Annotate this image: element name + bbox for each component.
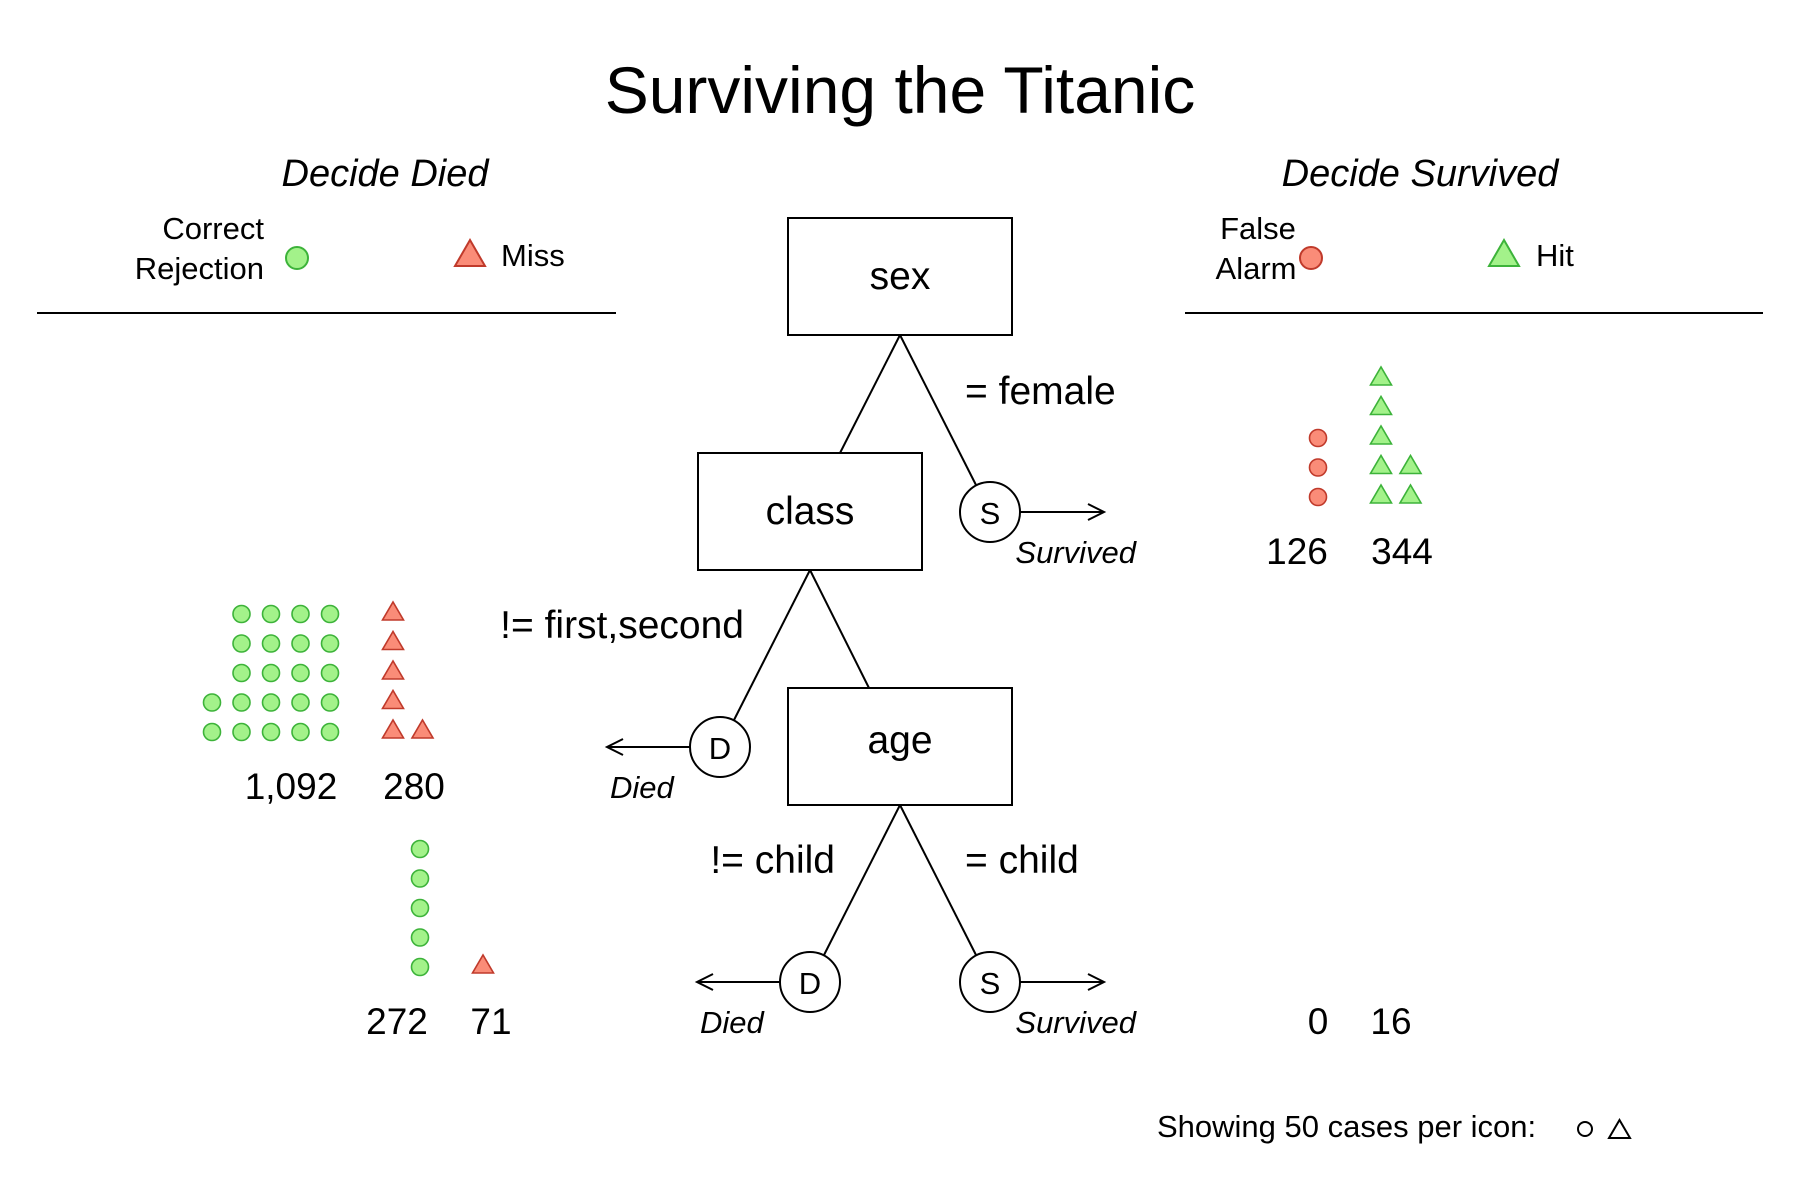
hit-icon xyxy=(1369,394,1393,416)
correct-rejection-icon xyxy=(320,663,340,683)
correct-rejection-icon xyxy=(261,693,281,712)
correct-rejection-icon xyxy=(261,722,281,742)
correct-rejection-icon xyxy=(202,722,222,742)
legend-correct-rejection-line2: Rejection xyxy=(135,251,264,286)
exit-1-survived: S Survived xyxy=(959,481,1138,570)
footer-note: Showing 50 cases per icon: xyxy=(1157,1109,1536,1144)
hit-icon xyxy=(1398,483,1423,504)
exit-1-letter: S xyxy=(980,496,1001,531)
legend-correct-rejection-icon xyxy=(285,246,309,270)
hit-icon xyxy=(1369,365,1393,386)
miss-icon xyxy=(381,629,405,651)
false-alarm-icon xyxy=(1308,458,1328,477)
freq-class-miss: 280 xyxy=(383,766,445,807)
correct-rejection-icon xyxy=(291,663,310,683)
false-alarm-icon xyxy=(1308,487,1328,507)
hit-icon xyxy=(1369,424,1393,445)
freq-sex-hit: 344 xyxy=(1371,531,1433,572)
edge-class-age xyxy=(809,569,870,689)
exit-3-decision: Died xyxy=(700,1005,766,1040)
legend-hit-icon xyxy=(1487,237,1521,267)
node-age: age xyxy=(787,687,1013,806)
hit-icon xyxy=(1369,453,1393,475)
exit-2-decision: Died xyxy=(610,770,676,805)
edge-age-exit3 xyxy=(823,804,901,956)
exit-3-letter: D xyxy=(799,966,821,1001)
correct-rejection-icon xyxy=(202,693,222,712)
edge-sex-class xyxy=(839,334,901,454)
correct-rejection-icon xyxy=(232,693,251,712)
correct-rejection-icon xyxy=(232,663,251,683)
edge-label-not-first-second: != first,second xyxy=(500,604,744,647)
legend-correct-rejection-line1: Correct xyxy=(162,211,264,246)
edge-label-female: = female xyxy=(965,370,1116,413)
correct-rejection-icon xyxy=(261,634,281,653)
correct-rejection-icon xyxy=(320,693,340,712)
footer-triangle-icon xyxy=(1607,1118,1632,1139)
exit-1-decision: Survived xyxy=(1015,535,1137,570)
exit-2-died: D Died xyxy=(604,716,751,805)
freq-age-died-miss: 71 xyxy=(470,1001,511,1042)
correct-rejection-icon xyxy=(232,722,251,742)
correct-rejection-icon xyxy=(410,928,430,947)
miss-icon xyxy=(381,718,405,739)
legend-hit-label: Hit xyxy=(1536,238,1574,273)
node-class: class xyxy=(697,452,923,571)
freq-class-correct-rejection: 1,092 xyxy=(245,766,338,807)
miss-icon xyxy=(381,688,405,710)
miss-icon xyxy=(410,718,435,739)
correct-rejection-icon xyxy=(261,604,281,624)
correct-rejection-icon xyxy=(261,663,281,683)
correct-rejection-icon xyxy=(232,634,251,653)
chart-title: Surviving the Titanic xyxy=(605,53,1196,127)
node-class-label: class xyxy=(766,490,855,533)
correct-rejection-icon xyxy=(320,722,340,742)
node-age-label: age xyxy=(867,719,932,762)
exit-4-survived: S Survived xyxy=(959,951,1138,1040)
legend-miss-label: Miss xyxy=(501,238,565,273)
freq-age-died-correct-rejection: 272 xyxy=(366,1001,428,1042)
false-alarm-icon xyxy=(1308,428,1328,448)
legend-false-alarm-icon xyxy=(1299,246,1323,270)
correct-rejection-icon xyxy=(410,898,430,918)
freq-age-survived-false-alarm: 0 xyxy=(1308,1001,1329,1042)
right-panel-heading: Decide Survived xyxy=(1282,153,1561,195)
correct-rejection-icon xyxy=(291,634,310,653)
left-panel-heading: Decide Died xyxy=(282,153,491,195)
correct-rejection-icon xyxy=(320,604,340,624)
legend-false-alarm-line1: False xyxy=(1220,211,1296,246)
footer-circle-icon xyxy=(1577,1121,1593,1137)
hit-icon xyxy=(1398,453,1423,475)
node-sex: sex xyxy=(787,217,1013,336)
miss-icon xyxy=(381,659,405,680)
correct-rejection-icon xyxy=(320,634,340,653)
edge-label-child: = child xyxy=(965,839,1079,882)
exit-3-died: D Died xyxy=(694,951,841,1040)
fft-diagram: Surviving the Titanic Decide Died Correc… xyxy=(37,53,1763,1144)
miss-icon xyxy=(381,600,405,621)
hit-icon xyxy=(1369,483,1393,504)
correct-rejection-icon xyxy=(232,604,251,624)
correct-rejection-icon xyxy=(291,722,310,742)
edge-label-not-child: != child xyxy=(710,839,835,882)
miss-icon xyxy=(471,953,495,974)
correct-rejection-icon xyxy=(410,957,430,977)
legend-false-alarm-line2: Alarm xyxy=(1216,251,1297,286)
correct-rejection-icon xyxy=(410,839,430,859)
correct-rejection-icon xyxy=(291,604,310,624)
freq-age-survived-hit: 16 xyxy=(1370,1001,1411,1042)
exit-4-decision: Survived xyxy=(1015,1005,1137,1040)
freq-sex-false-alarm: 126 xyxy=(1266,531,1328,572)
exit-4-letter: S xyxy=(980,966,1001,1001)
node-sex-label: sex xyxy=(870,255,931,298)
exit-2-letter: D xyxy=(709,731,731,766)
correct-rejection-icon xyxy=(410,869,430,888)
correct-rejection-icon xyxy=(291,693,310,712)
legend-miss-icon xyxy=(453,237,487,267)
